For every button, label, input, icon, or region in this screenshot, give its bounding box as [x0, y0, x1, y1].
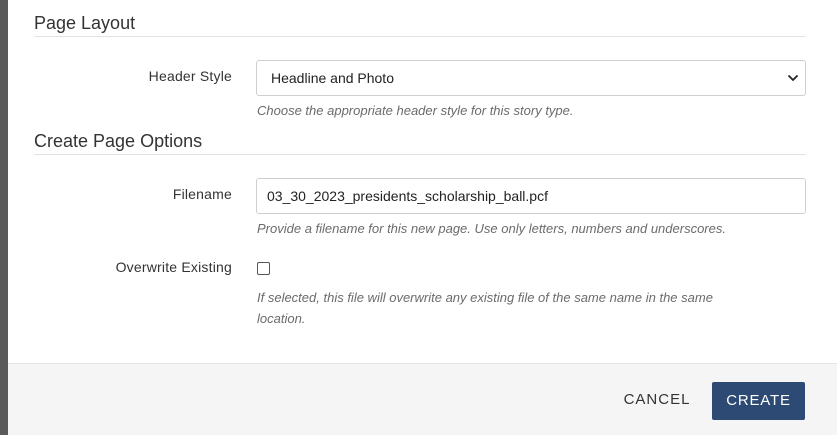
overwrite-help-line-1: If selected, this file will overwrite an…: [257, 290, 713, 305]
cancel-button[interactable]: CANCEL: [612, 381, 702, 419]
header-style-selected-value: Headline and Photo: [271, 70, 394, 86]
section-title-create-page-options: Create Page Options: [34, 131, 203, 151]
filename-input[interactable]: 03_30_2023_presidents_scholarship_ball.p…: [256, 178, 806, 214]
overwrite-existing-checkbox[interactable]: [257, 262, 270, 275]
create-button[interactable]: CREATE: [712, 382, 805, 420]
overwrite-help-line-2: location.: [257, 311, 306, 326]
filename-label: Filename: [172, 186, 232, 202]
header-style-label: Header Style: [148, 68, 232, 84]
create-page-dialog: Page Layout Header Style Headline and Ph…: [8, 0, 837, 435]
section-divider: [34, 154, 806, 155]
filename-help: Provide a filename for this new page. Us…: [257, 221, 726, 236]
header-style-select[interactable]: Headline and Photo: [256, 60, 806, 96]
dialog-footer: CANCEL CREATE: [8, 363, 837, 435]
section-title-page-layout: Page Layout: [34, 13, 136, 33]
overwrite-existing-label: Overwrite Existing: [115, 259, 232, 275]
section-divider: [34, 36, 806, 37]
filename-input-value: 03_30_2023_presidents_scholarship_ball.p…: [267, 188, 548, 204]
header-style-help: Choose the appropriate header style for …: [257, 103, 574, 118]
chevron-down-icon: [788, 75, 798, 81]
